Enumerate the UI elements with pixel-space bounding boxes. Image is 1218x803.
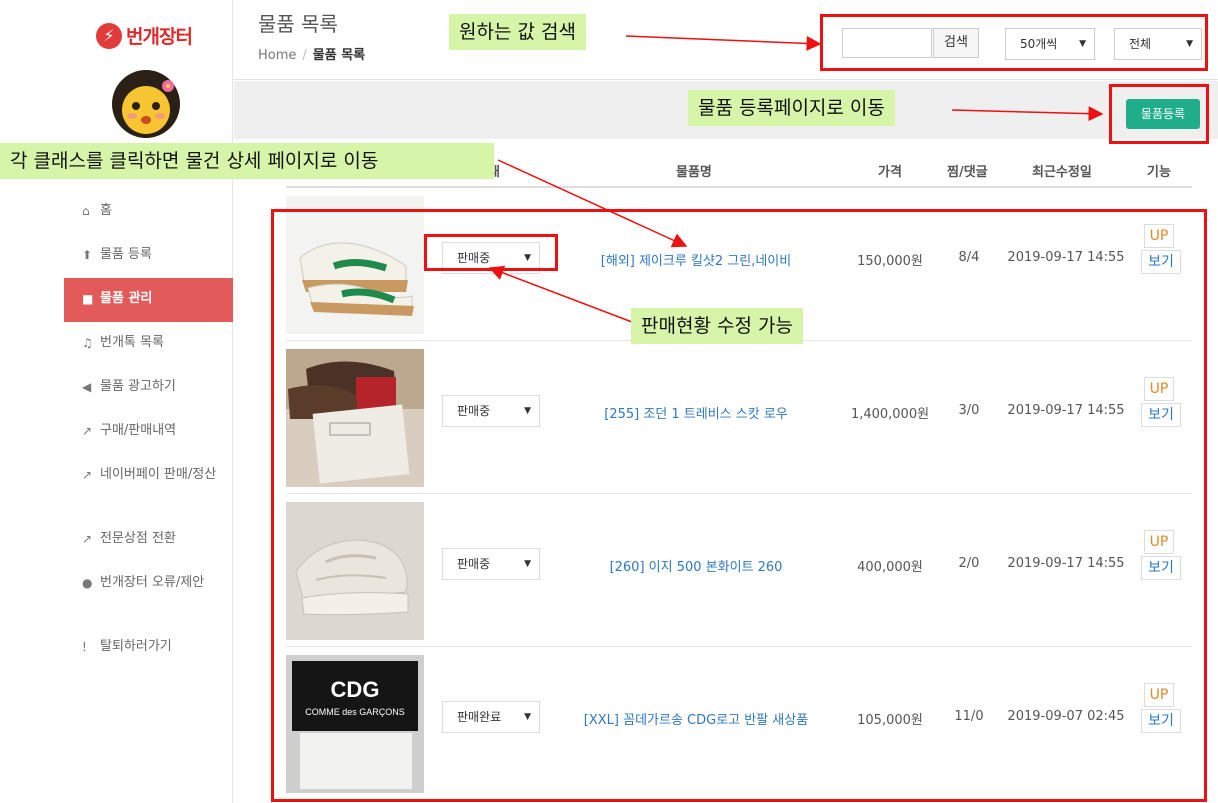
detail-annotation: 각 클래스를 클릭하면 물건 상세 페이지로 이동 (0, 143, 494, 179)
search-annotation: 원하는 값 검색 (449, 14, 586, 50)
arrow-to-detail (497, 159, 688, 248)
annotation-arrows (488, 35, 1104, 323)
arrow-to-status (488, 265, 633, 323)
arrow-to-register (951, 106, 1104, 122)
arrow-to-search (625, 35, 822, 51)
status-annotation: 판매현황 수정 가능 (631, 308, 803, 344)
register-annotation: 물품 등록페이지로 이동 (688, 90, 895, 126)
